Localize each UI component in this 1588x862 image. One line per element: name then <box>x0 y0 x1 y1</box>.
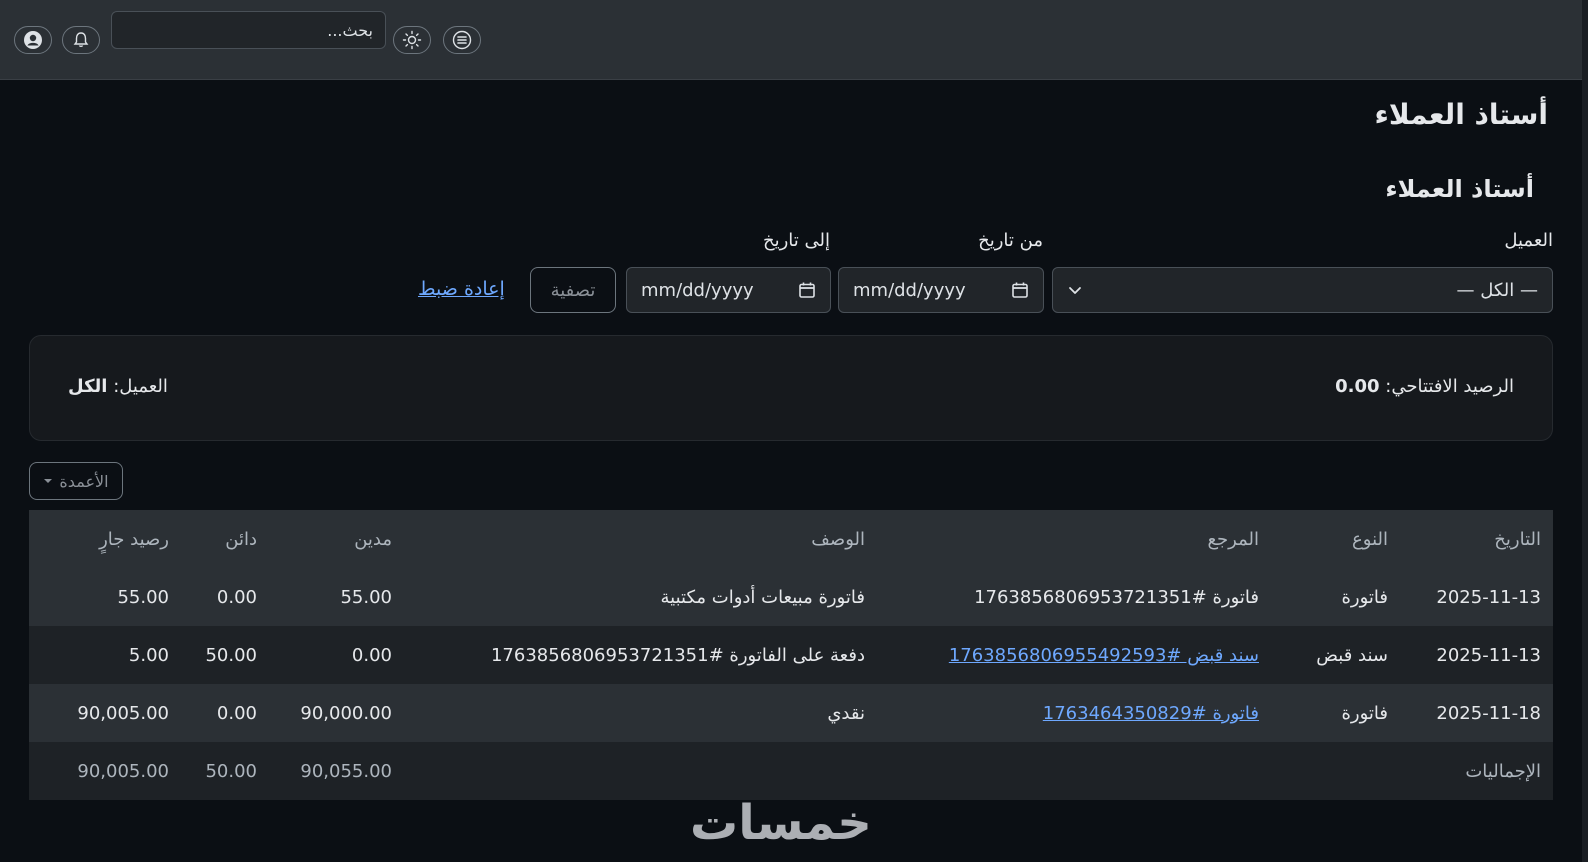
page-title: أستاذ العملاء <box>1374 98 1548 131</box>
header-debit[interactable]: مدين <box>354 510 392 568</box>
cell-ref-link[interactable]: سند قبض #1763856806955492593 <box>949 626 1259 684</box>
to-date-placeholder: mm/dd/yyyy <box>641 279 754 301</box>
summary-customer: العميل: الكل <box>68 376 168 397</box>
menu-icon <box>452 30 472 50</box>
top-bar <box>0 0 1588 80</box>
columns-dropdown-button[interactable]: الأعمدة <box>29 462 123 500</box>
sun-icon <box>402 30 422 50</box>
cell-type: سند قبض <box>1316 644 1388 666</box>
cell-balance: 5.00 <box>128 644 169 666</box>
customer-label: العميل <box>1504 230 1553 251</box>
totals-label: الإجماليات <box>1465 760 1541 782</box>
cell-desc: دفعة على الفاتورة #1763856806953721351 <box>490 644 865 666</box>
header-credit[interactable]: دائن <box>225 510 257 568</box>
reset-link[interactable]: إعادة ضبط <box>418 278 505 300</box>
section-title: أستاذ العملاء <box>1385 175 1534 203</box>
customer-select-value: — الكل — <box>1456 279 1538 301</box>
summary-card: الرصيد الافتتاحي: 0.00 العميل: الكل <box>29 335 1553 441</box>
menu-button[interactable] <box>443 26 481 54</box>
from-date-placeholder: mm/dd/yyyy <box>853 279 966 301</box>
chevron-down-icon <box>1069 287 1081 294</box>
cell-debit: 0.00 <box>351 644 392 666</box>
header-type[interactable]: النوع <box>1352 510 1388 568</box>
ledger-table: التاريخ النوع المرجع الوصف مدين دائن رصي… <box>29 510 1553 800</box>
cell-credit: 50.00 <box>205 644 257 666</box>
table-row: 2025-11-18 فاتورة فاتورة #1763464350829 … <box>29 684 1553 742</box>
user-button[interactable] <box>14 26 52 54</box>
user-icon <box>24 31 42 49</box>
header-date[interactable]: التاريخ <box>1494 510 1541 568</box>
filter-button[interactable]: تصفية <box>530 267 616 313</box>
cell-debit: 55.00 <box>340 586 392 608</box>
cell-type: فاتورة <box>1341 702 1388 724</box>
calendar-icon[interactable] <box>798 281 816 299</box>
calendar-icon[interactable] <box>1011 281 1029 299</box>
search-input[interactable] <box>111 11 386 49</box>
totals-credit: 50.00 <box>205 760 257 782</box>
columns-button-label: الأعمدة <box>59 471 109 491</box>
to-date-input[interactable]: mm/dd/yyyy <box>626 267 831 313</box>
bell-icon <box>73 32 89 48</box>
cell-credit: 0.00 <box>216 702 257 724</box>
totals-debit: 90,055.00 <box>300 760 392 782</box>
cell-date: 2025-11-13 <box>1436 586 1541 608</box>
cell-date: 2025-11-13 <box>1436 644 1541 666</box>
theme-toggle-button[interactable] <box>393 26 431 54</box>
header-desc[interactable]: الوصف <box>811 510 865 568</box>
summary-customer-value: الكل <box>68 376 108 397</box>
cell-balance: 90,005.00 <box>77 702 169 724</box>
cell-credit: 0.00 <box>216 586 257 608</box>
header-ref[interactable]: المرجع <box>1207 510 1259 568</box>
customer-select[interactable]: — الكل — <box>1052 267 1553 313</box>
scrollbar[interactable] <box>1582 0 1588 862</box>
opening-balance-value: 0.00 <box>1335 376 1380 397</box>
table-totals-row: الإجماليات 90,055.00 50.00 90,005.00 <box>29 742 1553 800</box>
cell-desc: نقدي <box>827 702 865 724</box>
cell-type: فاتورة <box>1341 586 1388 608</box>
cell-debit: 90,000.00 <box>300 702 392 724</box>
cell-desc: فاتورة مبيعات أدوات مكتبية <box>660 586 866 608</box>
watermark-logo: خمسات <box>690 795 872 851</box>
to-date-label: إلى تاريخ <box>762 230 830 251</box>
from-date-label: من تاريخ <box>978 230 1043 251</box>
totals-balance: 90,005.00 <box>77 760 169 782</box>
summary-customer-label: العميل: <box>113 376 168 397</box>
notifications-button[interactable] <box>62 26 100 54</box>
table-header-row: التاريخ النوع المرجع الوصف مدين دائن رصي… <box>29 510 1553 568</box>
cell-balance: 55.00 <box>117 586 169 608</box>
header-balance[interactable]: رصيد جارٍ <box>99 510 169 568</box>
from-date-input[interactable]: mm/dd/yyyy <box>838 267 1044 313</box>
opening-balance-label: الرصيد الافتتاحي: <box>1385 376 1514 397</box>
opening-balance: الرصيد الافتتاحي: 0.00 <box>1335 376 1514 397</box>
cell-date: 2025-11-18 <box>1436 702 1541 724</box>
cell-ref: فاتورة #1763856806953721351 <box>974 586 1259 608</box>
table-row: 2025-11-13 فاتورة فاتورة #17638568069537… <box>29 568 1553 626</box>
cell-ref-link[interactable]: فاتورة #1763464350829 <box>1043 684 1259 742</box>
caret-down-icon <box>44 479 53 483</box>
table-row: 2025-11-13 سند قبض سند قبض #176385680695… <box>29 626 1553 684</box>
